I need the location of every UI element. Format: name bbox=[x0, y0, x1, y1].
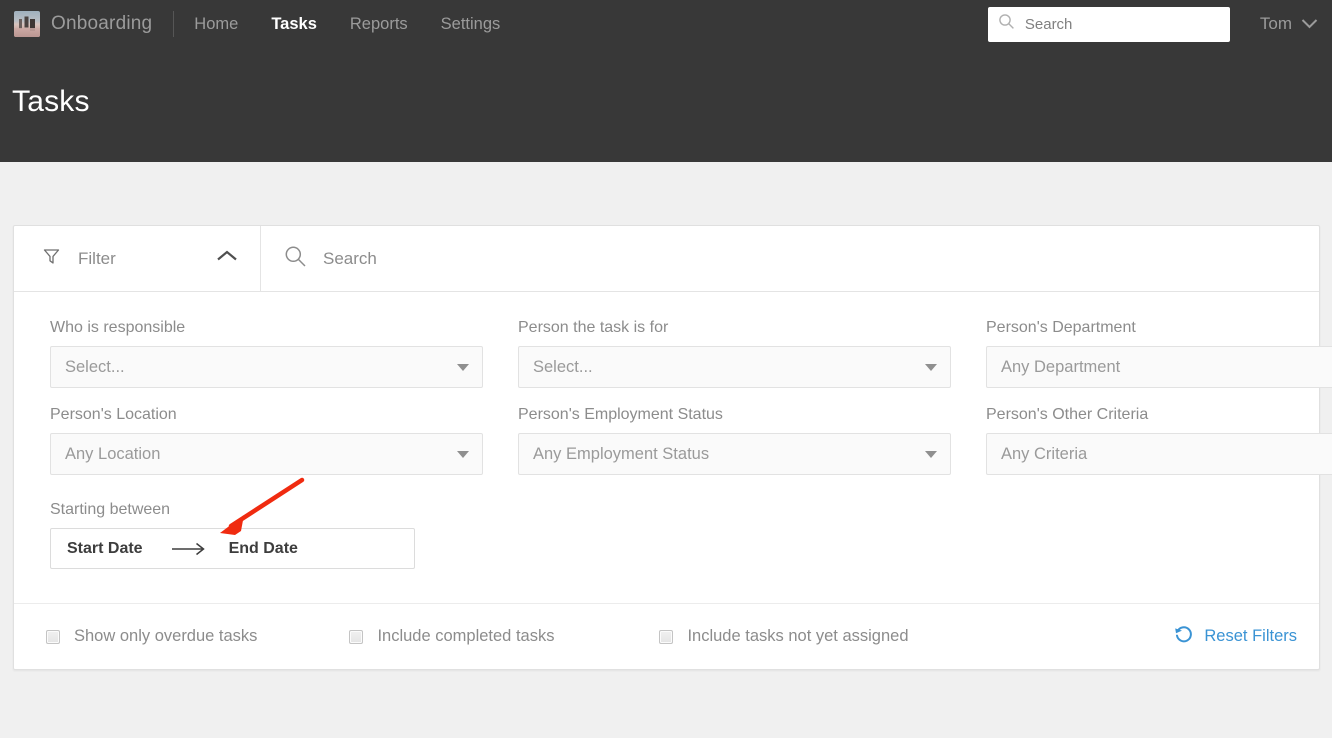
field-persons-department: Person's Department Any Department bbox=[986, 318, 1332, 389]
global-search-input[interactable]: Search bbox=[987, 6, 1230, 42]
chevron-up-icon[interactable] bbox=[216, 249, 238, 268]
right-arrow-icon bbox=[171, 542, 207, 556]
chevron-down-icon bbox=[1301, 14, 1318, 34]
nav-divider bbox=[173, 11, 175, 37]
filter-toggle-label: Filter bbox=[78, 248, 116, 268]
filter-search-input[interactable]: Search bbox=[261, 226, 1319, 291]
checkbox-label: Include completed tasks bbox=[377, 627, 555, 646]
reset-filters-button[interactable]: Reset Filters bbox=[1174, 625, 1297, 649]
search-icon bbox=[998, 13, 1015, 35]
filter-card-footer: Show only overdue tasks Include complete… bbox=[14, 603, 1319, 669]
field-label: Person's Department bbox=[986, 319, 1136, 336]
reset-filters-label: Reset Filters bbox=[1204, 627, 1297, 646]
filter-search-placeholder: Search bbox=[323, 248, 377, 268]
filter-body: Who is responsible Select... Person the … bbox=[14, 292, 1332, 603]
field-label: Person's Employment Status bbox=[518, 406, 723, 424]
select-persons-location[interactable]: Any Location bbox=[50, 433, 483, 476]
select-value: Any Department bbox=[1001, 357, 1121, 376]
nav-item-reports[interactable]: Reports bbox=[350, 16, 408, 33]
field-persons-other-criteria: Person's Other Criteria Any Criteria bbox=[986, 405, 1332, 476]
field-persons-employment-status: Person's Employment Status Any Employmen… bbox=[518, 405, 951, 476]
reset-circular-arrow-icon bbox=[1174, 625, 1193, 649]
photo-logo-icon bbox=[14, 11, 40, 37]
field-person-the-task-is-for: Person the task is for Select... bbox=[518, 318, 951, 389]
select-persons-department[interactable]: Any Department bbox=[986, 346, 1332, 389]
filter-card-topbar: Filter Search bbox=[14, 226, 1319, 292]
top-nav-bar: Onboarding Home Tasks Reports Settings S… bbox=[0, 0, 1332, 48]
field-label: Person's Location bbox=[50, 406, 177, 424]
chevron-down-icon bbox=[457, 450, 469, 458]
field-persons-location: Person's Location Any Location bbox=[50, 405, 483, 476]
checkbox-include-tasks-not-yet-assigned[interactable]: Include tasks not yet assigned bbox=[659, 627, 909, 646]
checkbox-box[interactable] bbox=[46, 629, 60, 644]
select-persons-employment-status[interactable]: Any Employment Status bbox=[518, 433, 951, 476]
filter-card: Filter Search Who is responsible Select.… bbox=[13, 225, 1332, 671]
header-right: Search Tom bbox=[987, 6, 1318, 42]
checkbox-label: Include tasks not yet assigned bbox=[687, 627, 909, 646]
select-value: Any Employment Status bbox=[533, 444, 710, 463]
date-range-input[interactable]: Start Date End Date bbox=[50, 528, 415, 570]
end-date-field[interactable]: End Date bbox=[229, 540, 298, 558]
select-value: Any Location bbox=[65, 444, 161, 463]
chevron-down-icon bbox=[457, 363, 469, 371]
date-range-section: Starting between Start Date End Date bbox=[50, 478, 1283, 603]
checkbox-label: Show only overdue tasks bbox=[74, 627, 258, 646]
checkbox-box[interactable] bbox=[349, 629, 364, 644]
brand[interactable]: Onboarding bbox=[14, 11, 152, 37]
select-value: Any Criteria bbox=[1001, 444, 1088, 463]
select-who-is-responsible[interactable]: Select... bbox=[50, 346, 483, 389]
nav-item-settings[interactable]: Settings bbox=[441, 16, 501, 33]
filter-toggle-button[interactable]: Filter bbox=[14, 226, 261, 291]
page-title: Tasks bbox=[12, 85, 90, 118]
chevron-down-icon bbox=[925, 450, 937, 458]
user-menu[interactable]: Tom bbox=[1260, 14, 1318, 34]
nav-item-tasks[interactable]: Tasks bbox=[271, 16, 317, 33]
search-icon bbox=[284, 245, 307, 273]
checkbox-show-only-overdue-tasks[interactable]: Show only overdue tasks bbox=[46, 627, 257, 646]
chevron-down-icon bbox=[925, 363, 937, 371]
user-name: Tom bbox=[1259, 14, 1292, 33]
nav-item-home[interactable]: Home bbox=[194, 16, 238, 33]
nav-links: Home Tasks Reports Settings bbox=[194, 16, 500, 33]
filter-field-grid: Who is responsible Select... Person the … bbox=[50, 318, 1332, 492]
brand-name: Onboarding bbox=[51, 13, 153, 34]
checkbox-box[interactable] bbox=[659, 629, 674, 644]
select-person-the-task-is-for[interactable]: Select... bbox=[518, 346, 951, 389]
global-search-placeholder: Search bbox=[1024, 15, 1073, 33]
select-value: Select... bbox=[533, 357, 593, 376]
field-label: Person the task is for bbox=[518, 319, 669, 336]
field-label: Who is responsible bbox=[50, 319, 186, 336]
field-who-is-responsible: Who is responsible Select... bbox=[50, 318, 483, 389]
select-persons-other-criteria[interactable]: Any Criteria bbox=[986, 433, 1332, 476]
start-date-field[interactable]: Start Date bbox=[67, 540, 143, 558]
checkbox-include-completed-tasks[interactable]: Include completed tasks bbox=[349, 627, 554, 646]
select-value: Select... bbox=[65, 357, 125, 376]
funnel-icon bbox=[42, 247, 61, 271]
app-header: Onboarding Home Tasks Reports Settings S… bbox=[0, 0, 1332, 162]
field-label: Person's Other Criteria bbox=[986, 406, 1149, 424]
date-range-label: Starting between bbox=[50, 501, 171, 519]
